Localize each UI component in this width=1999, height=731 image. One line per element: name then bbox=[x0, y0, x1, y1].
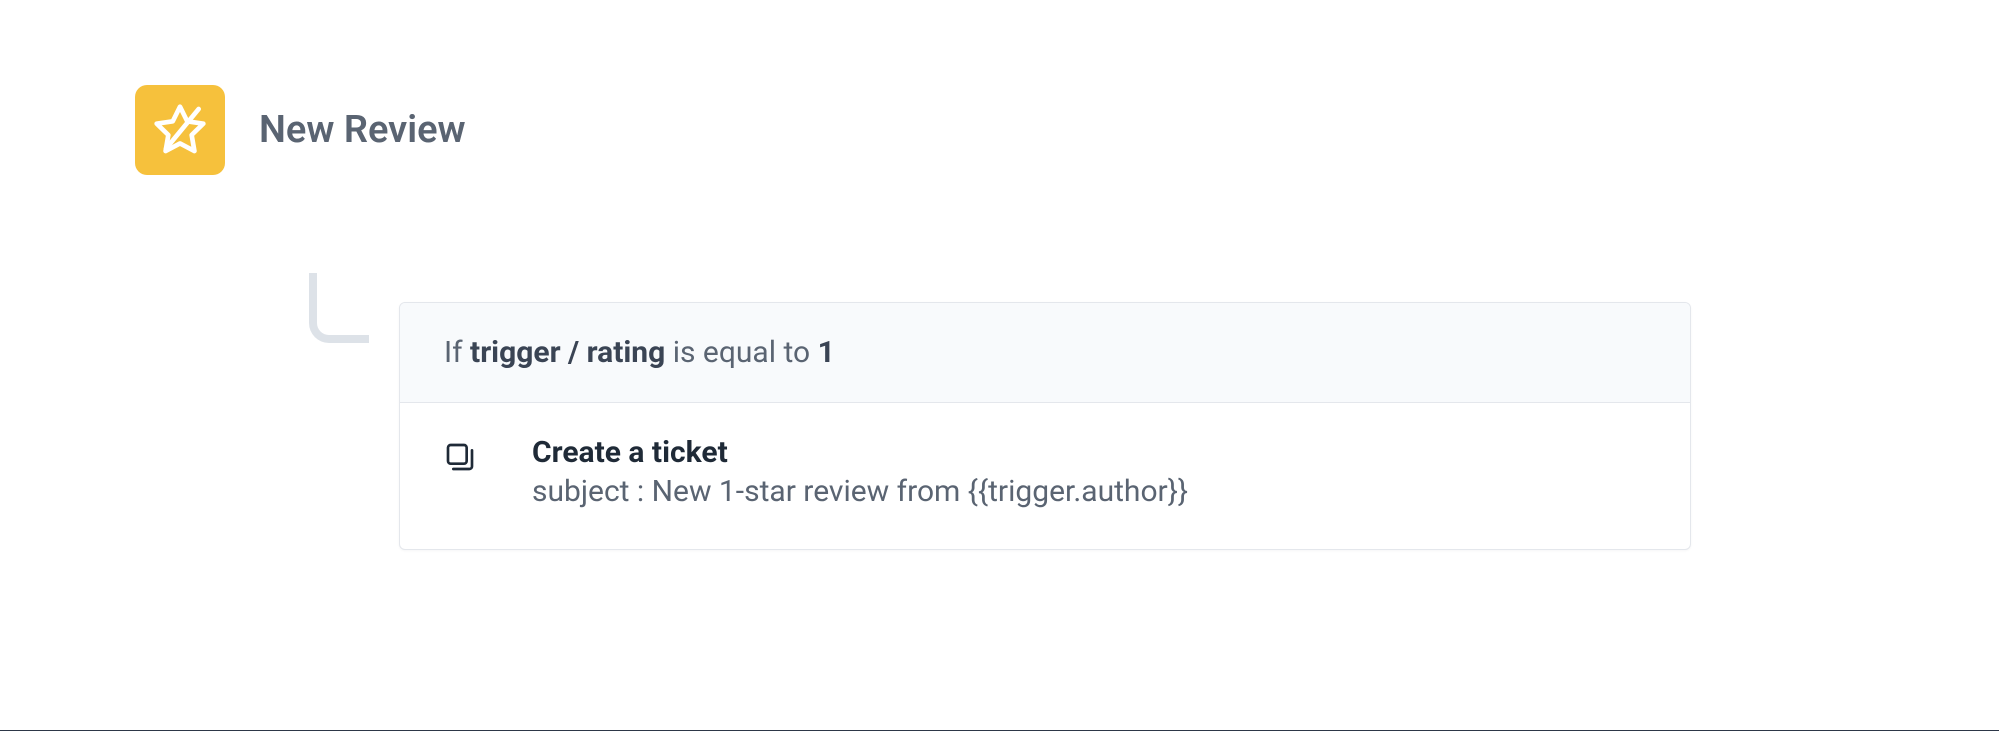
action-row[interactable]: Create a ticket subject : New 1-star rev… bbox=[400, 403, 1690, 549]
condition-value: 1 bbox=[818, 335, 835, 370]
action-detail-value: New 1-star review from {{trigger.author}… bbox=[652, 474, 1188, 509]
condition-operator: is equal to bbox=[673, 335, 810, 370]
ticket-icon bbox=[444, 441, 476, 473]
action-text: Create a ticket subject : New 1-star rev… bbox=[532, 435, 1188, 509]
star-icon bbox=[152, 102, 208, 158]
condition-field-name: rating bbox=[587, 335, 666, 370]
trigger-icon-box bbox=[135, 85, 225, 175]
trigger-title: New Review bbox=[259, 108, 466, 152]
action-detail-label: subject : bbox=[532, 474, 644, 509]
condition-slash: / bbox=[568, 335, 579, 370]
rule-card[interactable]: If trigger / rating is equal to 1 Create… bbox=[399, 302, 1691, 550]
condition-row[interactable]: If trigger / rating is equal to 1 bbox=[400, 303, 1690, 403]
workflow-container: New Review If trigger / rating is equal … bbox=[135, 85, 1735, 175]
condition-prefix: If bbox=[444, 335, 463, 370]
action-subject: subject : New 1-star review from {{trigg… bbox=[532, 474, 1188, 509]
action-title: Create a ticket bbox=[532, 435, 1188, 470]
condition-field-group: trigger bbox=[470, 335, 561, 370]
trigger-header[interactable]: New Review bbox=[135, 85, 1735, 175]
connector-line bbox=[309, 273, 369, 343]
